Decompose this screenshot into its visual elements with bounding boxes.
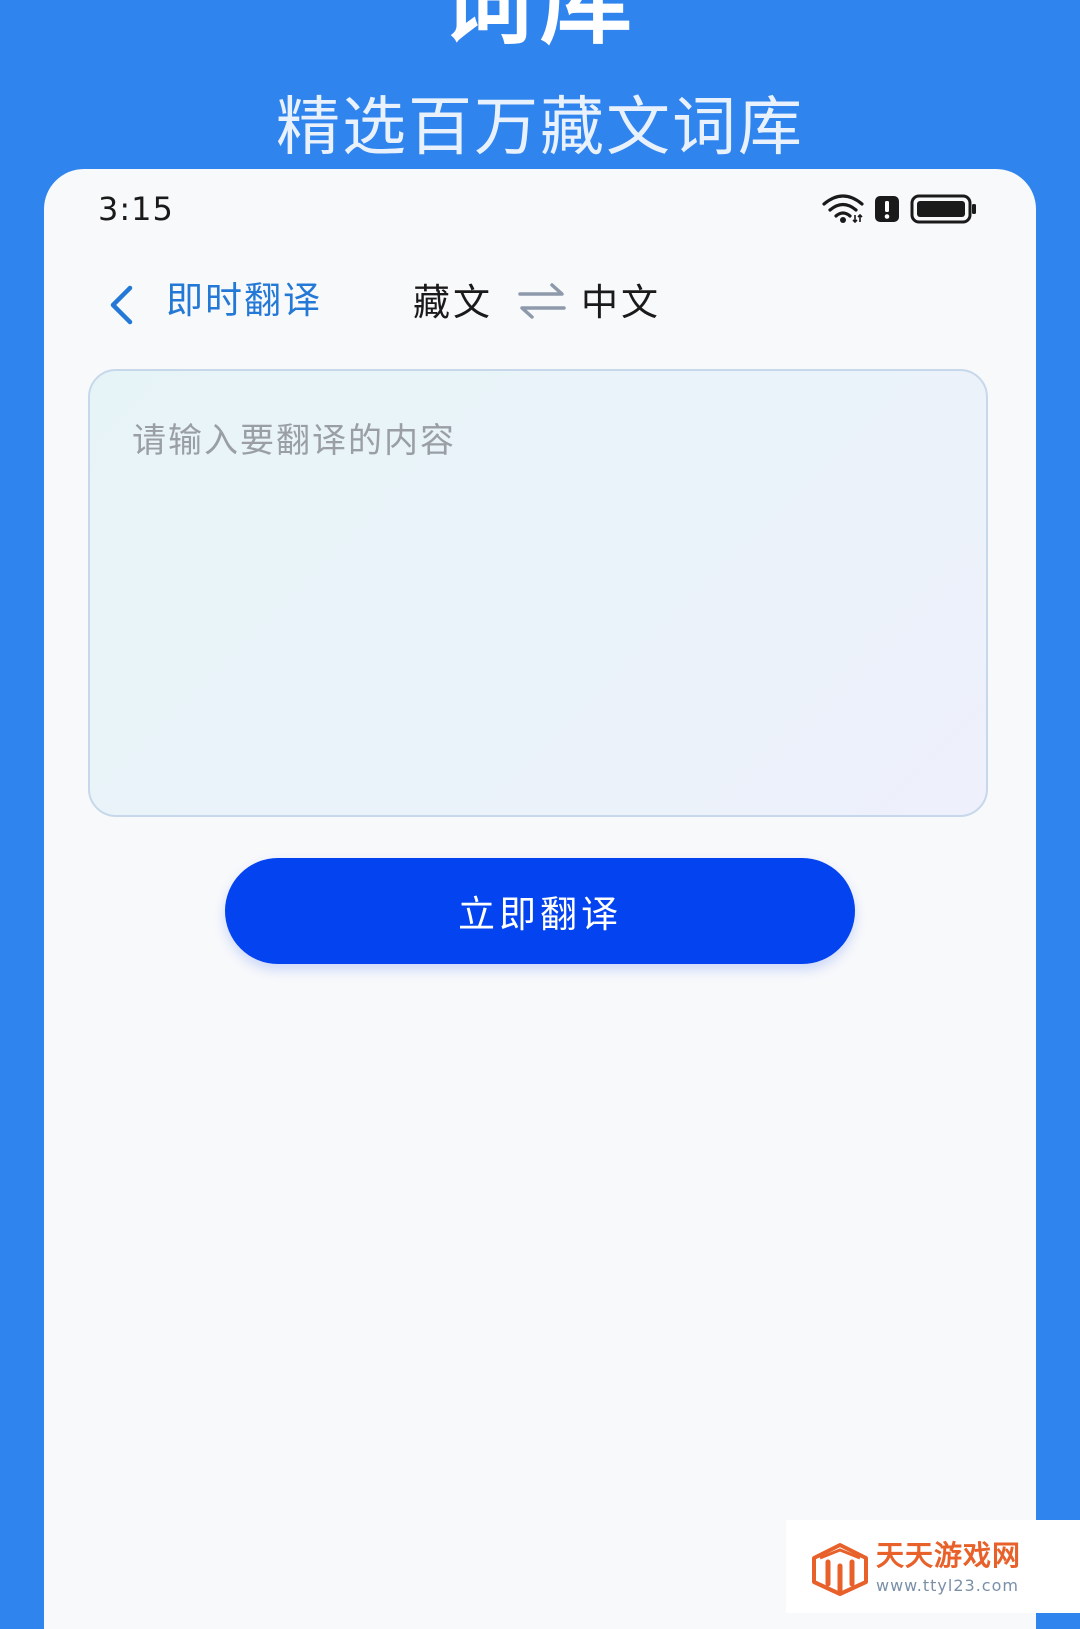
swap-arrows-icon xyxy=(518,283,566,319)
translate-button[interactable]: 立即翻译 xyxy=(225,858,855,964)
source-language-selector[interactable]: 藏文 xyxy=(413,277,493,329)
wifi-icon xyxy=(822,194,864,224)
banner-title: 词库 xyxy=(439,0,640,57)
status-icons xyxy=(822,191,978,227)
battery-icon xyxy=(910,194,976,224)
watermark-url: www.ttyl23.com xyxy=(876,1576,1019,1595)
watermark-name: 天天游戏网 xyxy=(876,1539,1022,1572)
banner-subtitle: 精选百万藏文词库 xyxy=(276,91,804,165)
back-button[interactable] xyxy=(106,283,138,327)
page-title: 即时翻译 xyxy=(166,279,322,322)
watermark-logo-icon xyxy=(812,1543,868,1596)
status-time: 3:15 xyxy=(98,190,174,228)
chevron-left-icon xyxy=(110,285,133,325)
translation-input[interactable] xyxy=(90,371,986,815)
phone-screen: 3:15 即时翻译 藏文 中文 请输入要翻译的内容 立即翻译 xyxy=(44,169,1036,1629)
swap-language-button[interactable] xyxy=(516,279,568,323)
translation-input-box xyxy=(88,369,988,817)
watermark: 天天游戏网 www.ttyl23.com xyxy=(786,1520,1080,1613)
target-language-selector[interactable]: 中文 xyxy=(581,277,661,329)
alert-icon xyxy=(875,196,899,222)
